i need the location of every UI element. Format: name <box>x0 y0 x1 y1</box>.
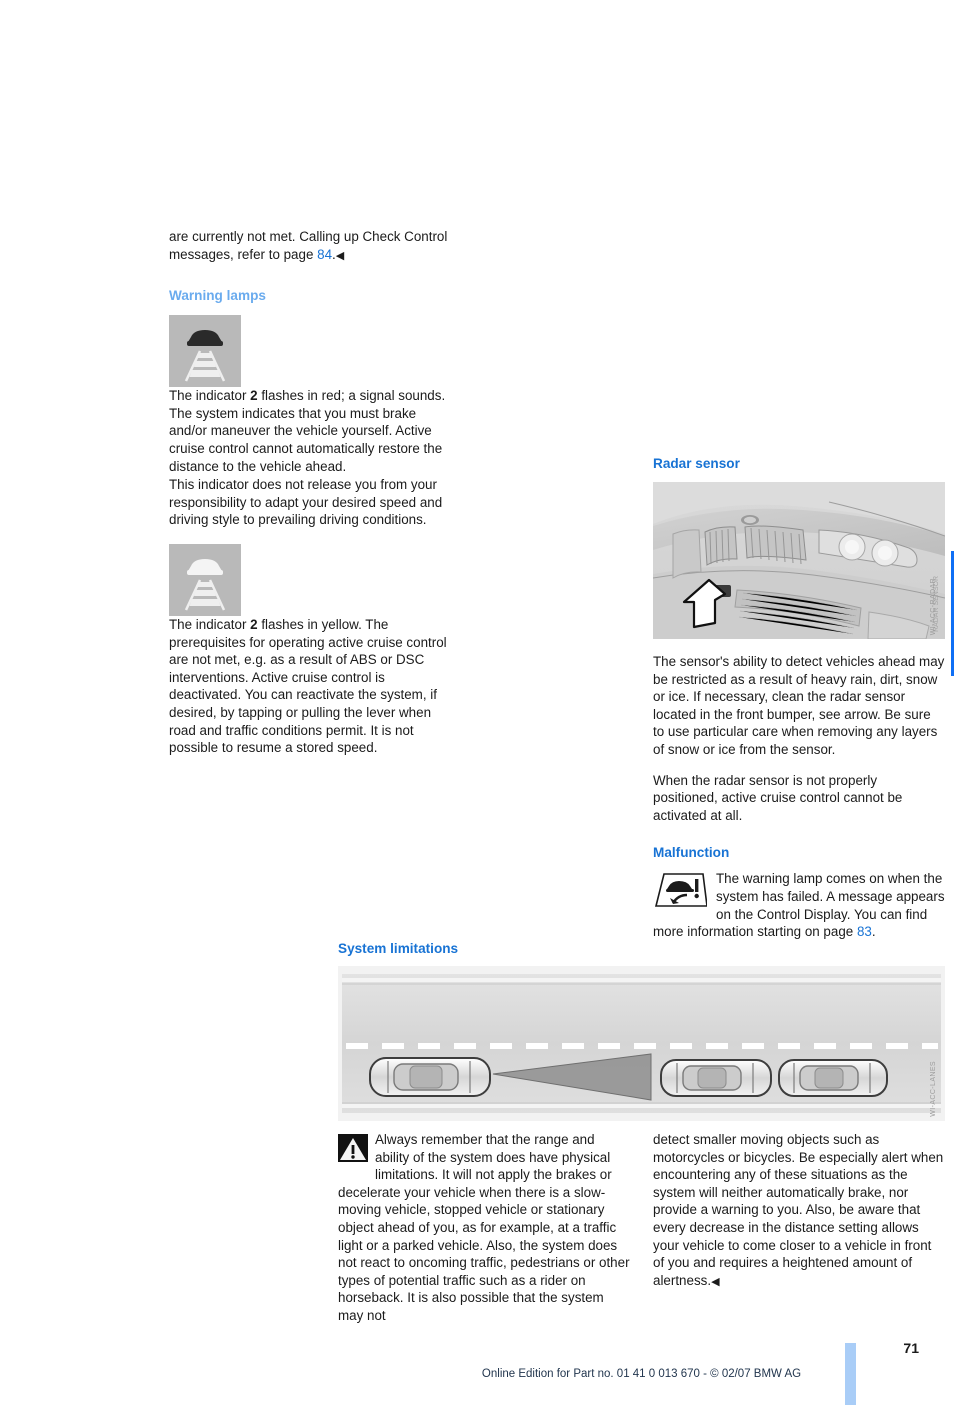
left-text-column: are currently not met. Calling up Check … <box>169 228 954 1405</box>
end-of-section-mark: ◀ <box>335 249 345 262</box>
page-reference-84[interactable]: 84 <box>317 247 332 262</box>
intro-text: are currently not met. Calling up Check … <box>169 229 448 262</box>
lamp-red-text-a: The indicator <box>169 388 251 404</box>
intro-paragraph: are currently not met. Calling up Check … <box>169 228 461 265</box>
warning-lamp-red-block: The indicator 2 flashes in red; a signal… <box>169 313 954 1405</box>
indicator-lamp-red-icon: The indicator 2 flashes in red; a signal… <box>169 315 452 475</box>
manual-page: are currently not met. Calling up Check … <box>0 0 954 1405</box>
indicator-number-2: 2 <box>250 388 258 404</box>
heading-warning-lamps: Warning lamps <box>169 288 266 304</box>
warning-lamp-yellow-block: The indicator 2 flashes in yellow. The p… <box>169 542 461 758</box>
indicator-lamp-yellow-icon: The indicator 2 flashes in yellow. The p… <box>169 543 452 757</box>
indicator-number-2-yellow: 2 <box>250 616 258 632</box>
lamp-yellow-text-a: The indicator <box>169 616 251 632</box>
lamp-yellow-text-b: flashes in yellow. The prerequisites for… <box>169 616 447 756</box>
